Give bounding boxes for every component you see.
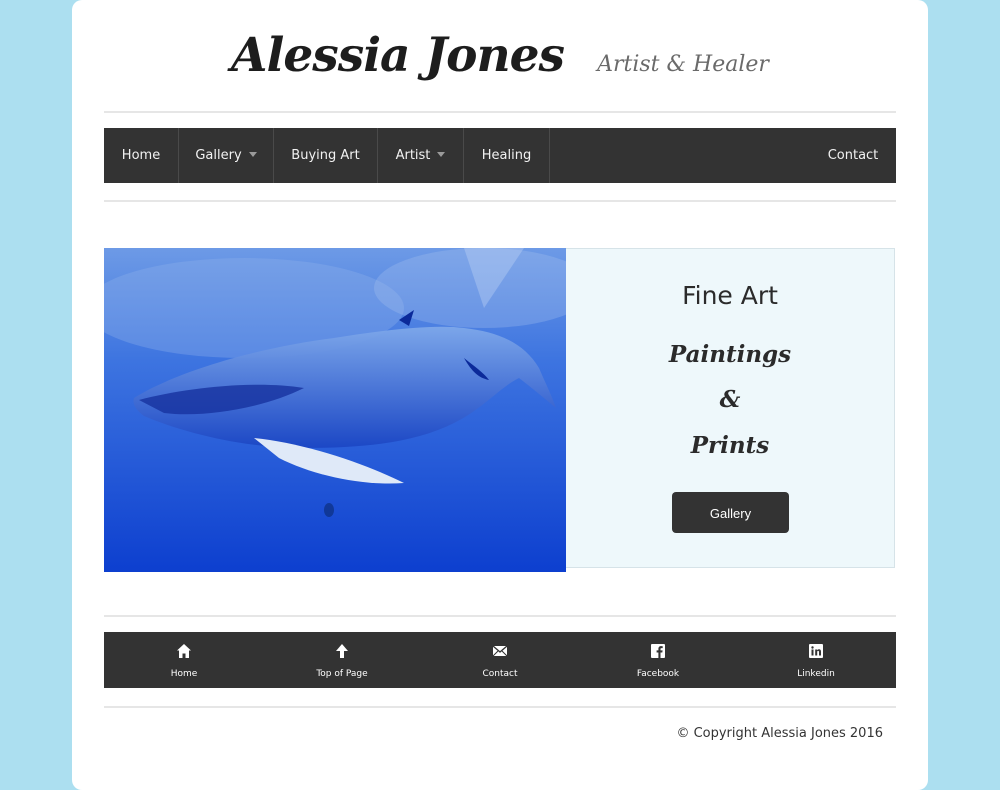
caret-down-icon	[248, 152, 257, 157]
footer-item-top-of-page[interactable]: Top of Page	[262, 632, 422, 688]
nav-item-label: Buying Art	[291, 148, 360, 163]
panel-heading: Fine Art	[682, 281, 778, 310]
arrow-up-icon	[336, 644, 348, 658]
footer-label: Home	[170, 669, 198, 679]
envelope-icon	[492, 645, 508, 657]
nav-item-artist[interactable]: Artist	[378, 128, 463, 183]
nav-item-label: Contact	[827, 148, 879, 163]
nav-item-gallery[interactable]: Gallery	[179, 128, 273, 183]
footer-label: Contact	[482, 669, 518, 679]
page-container: Alessia Jones Artist & Healer Home Galle…	[72, 0, 928, 790]
linkedin-icon	[809, 644, 823, 658]
fine-art-panel: Fine Art Paintings & Prints Gallery	[566, 248, 895, 568]
content-divider	[104, 615, 896, 617]
nav-item-label: Gallery	[195, 148, 242, 163]
facebook-icon	[651, 644, 665, 658]
footer-label: Top of Page	[316, 669, 368, 679]
whale-painting-svg	[104, 248, 566, 572]
panel-line-paintings: Paintings	[668, 341, 792, 368]
nav-item-label: Healing	[481, 148, 532, 163]
footer-divider	[104, 706, 896, 708]
caret-down-icon	[437, 152, 446, 157]
nav-item-label: Home	[121, 148, 161, 163]
nav-divider	[549, 128, 550, 183]
main-nav: Home Gallery Buying Art Artist Healing C…	[104, 128, 896, 183]
header-divider	[104, 111, 896, 113]
nav-item-label: Artist	[395, 148, 431, 163]
footer-item-facebook[interactable]: Facebook	[578, 632, 738, 688]
site-header: Alessia Jones Artist & Healer	[72, 28, 928, 98]
footer-label: Linkedin	[797, 669, 835, 679]
nav-item-home[interactable]: Home	[104, 128, 178, 183]
nav-item-buying-art[interactable]: Buying Art	[274, 128, 377, 183]
whale-painting-image	[104, 248, 566, 572]
footer-label: Facebook	[636, 669, 680, 679]
nav-item-healing[interactable]: Healing	[464, 128, 549, 183]
site-tagline: Artist & Healer	[597, 52, 769, 77]
copyright-text: © Copyright Alessia Jones 2016	[676, 726, 883, 741]
home-icon	[177, 644, 191, 658]
footer-item-linkedin[interactable]: Linkedin	[736, 632, 896, 688]
gallery-button[interactable]: Gallery	[672, 492, 789, 533]
nav-divider-line	[104, 200, 896, 202]
footer-item-home[interactable]: Home	[104, 632, 264, 688]
hero-section: Fine Art Paintings & Prints Gallery	[104, 248, 896, 572]
site-title[interactable]: Alessia Jones	[231, 28, 565, 83]
panel-line-ampersand: &	[719, 386, 741, 413]
footer-item-contact[interactable]: Contact	[420, 632, 580, 688]
nav-item-contact[interactable]: Contact	[810, 128, 896, 183]
footer-nav: Home Top of Page Contact Facebook Linked…	[104, 632, 896, 688]
panel-line-prints: Prints	[690, 432, 770, 459]
